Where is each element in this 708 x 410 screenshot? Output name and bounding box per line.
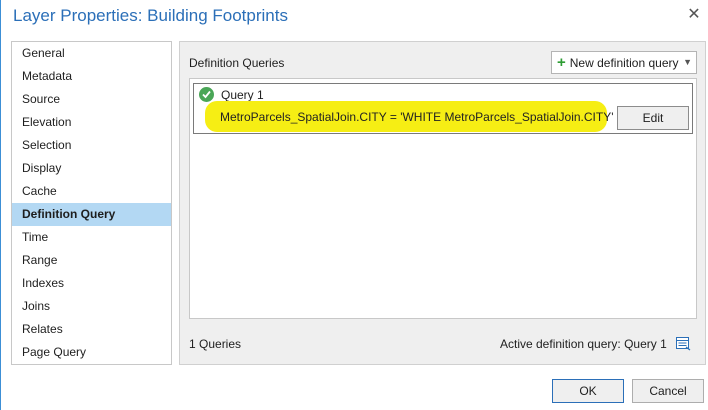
new-query-label: New definition query — [569, 56, 679, 70]
sidebar-item-display[interactable]: Display — [12, 157, 171, 180]
query-expression: MetroParcels_SpatialJoin.CITY = 'WHITE M… — [220, 110, 614, 124]
sidebar-nav: General Metadata Source Elevation Select… — [11, 41, 172, 365]
sidebar-item-indexes[interactable]: Indexes — [12, 272, 171, 295]
sidebar-item-range[interactable]: Range — [12, 249, 171, 272]
new-definition-query-button[interactable]: + New definition query ▼ — [551, 51, 697, 74]
edit-button[interactable]: Edit — [617, 106, 689, 130]
ok-button[interactable]: OK — [552, 379, 624, 403]
panel-title: Definition Queries — [189, 56, 285, 70]
dialog-title: Layer Properties: Building Footprints — [13, 6, 288, 25]
query-list-item[interactable]: Query 1 MetroParcels_SpatialJoin.CITY = … — [193, 83, 693, 134]
sidebar-item-selection[interactable]: Selection — [12, 134, 171, 157]
query-name: Query 1 — [221, 88, 264, 102]
check-circle-icon — [199, 87, 214, 102]
sidebar-item-elevation[interactable]: Elevation — [12, 111, 171, 134]
close-icon: ✕ — [687, 6, 701, 23]
sidebar-item-metadata[interactable]: Metadata — [12, 65, 171, 88]
sidebar-item-source[interactable]: Source — [12, 88, 171, 111]
active-query-status: Active definition query: Query 1 — [500, 337, 667, 351]
sidebar-item-time[interactable]: Time — [12, 226, 171, 249]
attribute-table-icon[interactable] — [675, 335, 691, 351]
queries-count: 1 Queries — [189, 337, 242, 351]
definition-query-panel: Definition Queries + New definition query… — [179, 41, 706, 365]
cancel-button[interactable]: Cancel — [632, 379, 704, 403]
sidebar-item-joins[interactable]: Joins — [12, 295, 171, 318]
sidebar-item-definition-query[interactable]: Definition Query — [12, 203, 171, 226]
query-list: Query 1 MetroParcels_SpatialJoin.CITY = … — [189, 78, 697, 319]
sidebar-item-page-query[interactable]: Page Query — [12, 341, 171, 364]
close-button[interactable]: ✕ — [683, 6, 705, 24]
sidebar-item-relates[interactable]: Relates — [12, 318, 171, 341]
sidebar-item-cache[interactable]: Cache — [12, 180, 171, 203]
plus-icon: + — [557, 54, 566, 71]
chevron-down-icon[interactable]: ▼ — [683, 52, 692, 73]
sidebar-item-general[interactable]: General — [12, 42, 171, 65]
layer-properties-dialog: Layer Properties: Building Footprints ✕ … — [0, 0, 708, 410]
